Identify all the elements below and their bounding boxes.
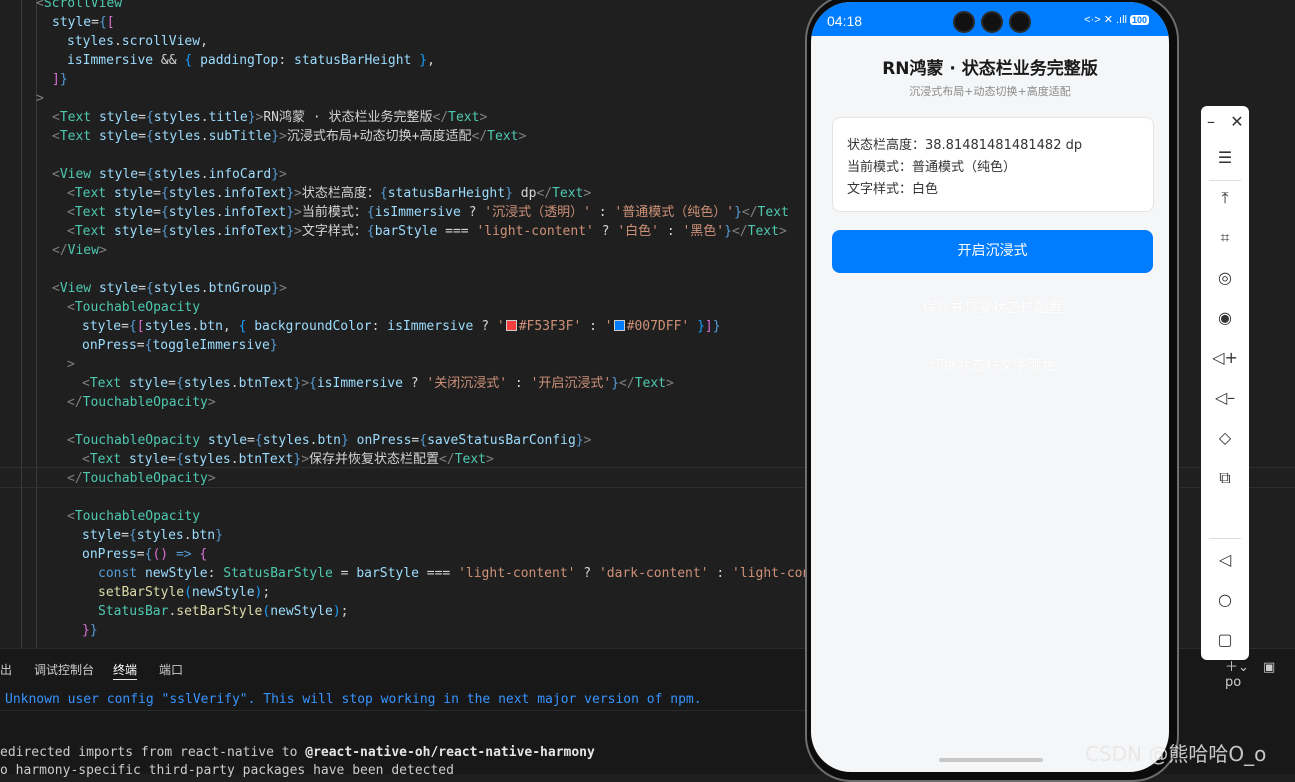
code-line: <Text style={styles.infoText}>文字样式：{barS… bbox=[67, 224, 787, 239]
active-tab-indicator bbox=[113, 679, 137, 680]
terminal-actions[interactable]: ＋⌄ ▣ po bbox=[1225, 656, 1295, 690]
terminal-divider bbox=[0, 710, 810, 711]
code-line: <ScrollView bbox=[36, 0, 122, 13]
code-line: <TouchableOpacity style={styles.btn} onP… bbox=[67, 433, 592, 448]
code-line: </TouchableOpacity> bbox=[67, 395, 216, 410]
status-bar: 04:18 <·> ✕ .ıll 100 bbox=[811, 2, 1169, 36]
status-icons: <·> ✕ .ıll 100 bbox=[1084, 13, 1149, 26]
code-line: <Text style={styles.btnText}>保存并恢复状态栏配置<… bbox=[82, 452, 494, 467]
mode-text: 当前模式：普通模式（纯色） bbox=[847, 160, 1017, 175]
color-swatch[interactable] bbox=[505, 320, 517, 331]
close-icon[interactable]: ✕ bbox=[1217, 112, 1257, 131]
watermark: CSDN @熊哈哈O_o bbox=[1085, 742, 1267, 766]
code-line: <TouchableOpacity bbox=[67, 509, 201, 524]
battery-icon: 100 bbox=[1129, 15, 1149, 25]
phone-screen[interactable]: 04:18 <·> ✕ .ıll 100 RN鸿蒙 · 状态栏业务完整版 沉浸式布… bbox=[811, 2, 1169, 772]
terminal-line: o harmony-specific third-party packages … bbox=[0, 763, 454, 778]
code-line: </View> bbox=[52, 243, 107, 258]
camera-icon bbox=[953, 11, 975, 33]
recents-icon[interactable]: ▢ bbox=[1201, 630, 1249, 649]
code-line: <Text style={styles.infoText}>当前模式：{isIm… bbox=[67, 205, 789, 220]
code-line: }} bbox=[82, 623, 98, 638]
code-line: <View style={styles.infoCard}> bbox=[52, 167, 287, 182]
code-line: </TouchableOpacity> bbox=[67, 471, 216, 486]
code-line: <TouchableOpacity bbox=[67, 300, 201, 315]
code-line: <Text style={styles.btnText}>{isImmersiv… bbox=[82, 376, 674, 391]
back-icon[interactable]: ◁ bbox=[1201, 550, 1249, 569]
page-title: RN鸿蒙 · 状态栏业务完整版 bbox=[882, 59, 1098, 79]
code-line: styles.scrollView, bbox=[67, 34, 208, 49]
terminal-name[interactable]: po bbox=[1225, 675, 1241, 690]
code-line: setBarStyle(newStyle); bbox=[98, 585, 271, 600]
emulator-toolbar: – ✕ ☰ ⤒ ⌗ ◎ ◉ ◁+ ◁– ◇ ⧉ ◁ ○ ▢ bbox=[1201, 106, 1249, 660]
camera-icon bbox=[1009, 11, 1031, 33]
code-jsx-text: RN鸿蒙 · 状态栏业务完整版 bbox=[263, 110, 433, 125]
code-line: style={styles.btn} bbox=[82, 528, 223, 543]
package-name: @react-native-oh/react-native-harmony bbox=[305, 745, 595, 760]
code-line: > bbox=[36, 91, 44, 106]
indent-guide bbox=[21, 0, 22, 648]
rotate-icon[interactable]: ◎ bbox=[1201, 268, 1249, 287]
home-icon[interactable]: ○ bbox=[1201, 590, 1249, 609]
tab-terminal[interactable]: 终端 bbox=[113, 661, 137, 678]
record-icon[interactable]: ◉ bbox=[1201, 308, 1249, 327]
crop-icon[interactable]: ⌗ bbox=[1201, 228, 1249, 248]
volume-up-icon[interactable]: ◁+ bbox=[1201, 348, 1249, 367]
info-card: 状态栏高度：38.81481481481482 dp 当前模式：普通模式（纯色）… bbox=[832, 117, 1154, 212]
toolbar-divider bbox=[1209, 180, 1241, 181]
code-line: <Text style={styles.title}>RN鸿蒙 · 状态栏业务完… bbox=[52, 110, 488, 125]
status-bar-height-text: 状态栏高度：38.81481481481482 dp bbox=[847, 138, 1083, 153]
add-terminal-icon[interactable]: ＋⌄ bbox=[1225, 660, 1249, 675]
code-line: onPress={() => { bbox=[82, 547, 208, 562]
phone-emulator: 04:18 <·> ✕ .ıll 100 RN鸿蒙 · 状态栏业务完整版 沉浸式布… bbox=[805, 0, 1179, 782]
code-line: <Text style={styles.subTitle}>沉浸式布局+动态切换… bbox=[52, 129, 527, 144]
camera-icon bbox=[981, 11, 1003, 33]
signal-icon: <·> ✕ .ıll bbox=[1084, 14, 1127, 26]
toolbar-divider bbox=[1209, 538, 1241, 539]
toggle-immersive-button[interactable]: 开启沉浸式 bbox=[832, 230, 1153, 273]
code-line: <View style={styles.btnGroup}> bbox=[52, 281, 287, 296]
code-line: <Text style={styles.infoText}>状态栏高度：{sta… bbox=[67, 186, 592, 201]
switch-text-color-button[interactable]: 切换状态栏文字颜色 bbox=[832, 345, 1153, 388]
code-jsx-text: 保存并恢复状态栏配置 bbox=[309, 452, 440, 467]
tab-ports[interactable]: 端口 bbox=[159, 661, 183, 678]
tab-debug-console[interactable]: 调试控制台 bbox=[34, 661, 94, 678]
code-line: style={[styles.btn, { backgroundColor: i… bbox=[82, 319, 721, 334]
menu-icon[interactable]: ☰ bbox=[1201, 148, 1249, 167]
save-config-button[interactable]: 保存并恢复状态栏配置 bbox=[832, 287, 1153, 330]
text-style-text: 文字样式：白色 bbox=[847, 182, 939, 197]
code-line: const newStyle: StatusBarStyle = barStyl… bbox=[98, 566, 819, 581]
tab-output[interactable]: 出 bbox=[0, 661, 12, 678]
shake-icon[interactable]: ◇ bbox=[1201, 428, 1249, 447]
code-line: isImmersive && { paddingTop: statusBarHe… bbox=[67, 53, 435, 68]
code-line: style={[ bbox=[52, 15, 115, 30]
code-line: > bbox=[67, 357, 75, 372]
volume-down-icon[interactable]: ◁– bbox=[1201, 388, 1249, 407]
terminal-icon[interactable]: ▣ bbox=[1263, 660, 1275, 675]
terminal-line: edirected imports from react-native to @… bbox=[0, 745, 595, 760]
page-subtitle: 沉浸式布局+动态切换+高度适配 bbox=[909, 85, 1071, 98]
code-line: onPress={toggleImmersive} bbox=[82, 338, 278, 353]
code-line: StatusBar.setBarStyle(newStyle); bbox=[98, 604, 349, 619]
home-indicator[interactable] bbox=[939, 758, 1043, 762]
code-jsx-text: 沉浸式布局+动态切换+高度适配 bbox=[286, 129, 472, 144]
terminal-warning-line: Unknown user config "sslVerify". This wi… bbox=[5, 692, 702, 707]
pin-top-icon[interactable]: ⤒ bbox=[1201, 188, 1249, 208]
status-time: 04:18 bbox=[827, 13, 863, 29]
multi-device-icon[interactable]: ⧉ bbox=[1201, 468, 1249, 488]
code-token: ScrollView bbox=[43, 0, 123, 11]
color-swatch[interactable] bbox=[613, 320, 625, 331]
code-line: ]} bbox=[52, 72, 68, 87]
